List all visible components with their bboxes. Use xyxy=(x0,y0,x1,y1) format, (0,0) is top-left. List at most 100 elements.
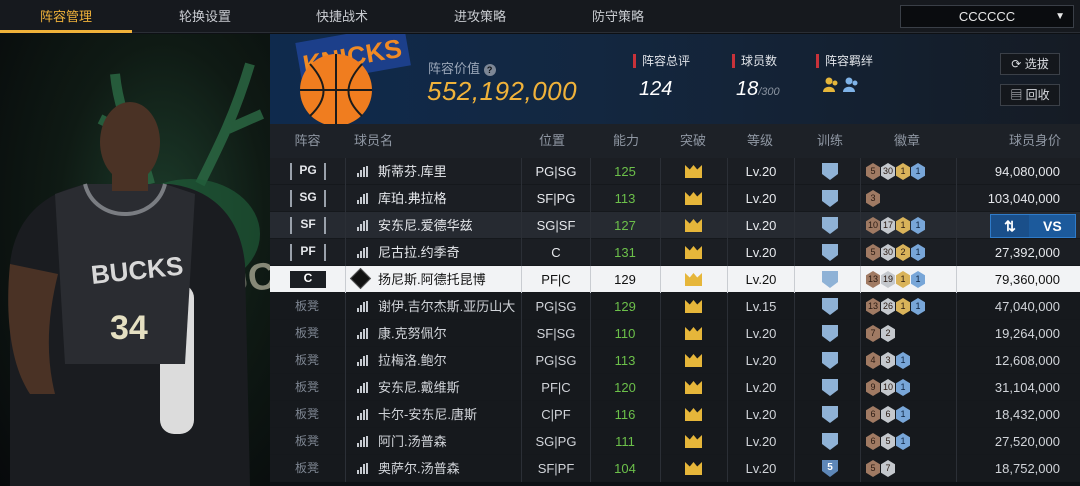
lineup-slot-tag[interactable]: PF xyxy=(290,244,326,261)
breakthrough-crown-icon[interactable] xyxy=(685,192,702,205)
training-shield-icon[interactable] xyxy=(822,406,838,423)
header-level[interactable]: 等级 xyxy=(740,124,780,158)
badge-list[interactable]: 13 19 1 1 xyxy=(866,271,926,288)
training-shield-icon[interactable] xyxy=(822,271,838,288)
breakthrough-crown-icon[interactable] xyxy=(685,408,702,421)
header-player-name[interactable]: 球员名 xyxy=(354,124,394,158)
badge-list[interactable]: 661 xyxy=(866,406,911,423)
training-shield-icon[interactable] xyxy=(822,433,838,450)
chemistry-icons[interactable] xyxy=(816,76,873,99)
player-name[interactable]: 安东尼.爱德华兹 xyxy=(378,212,473,239)
tab-offense-strategy[interactable]: 进攻策略 xyxy=(415,0,545,33)
breakthrough-crown-icon[interactable] xyxy=(685,273,702,286)
tab-defense-strategy[interactable]: 防守策略 xyxy=(553,0,683,33)
badge-list[interactable]: 431 xyxy=(866,352,911,369)
breakthrough-crown-icon[interactable] xyxy=(685,354,702,367)
badge-list[interactable]: 5 30 2 1 xyxy=(866,244,926,261)
player-name[interactable]: 拉梅洛.鲍尔 xyxy=(378,347,447,374)
training-shield-icon[interactable] xyxy=(822,163,838,180)
header-badges[interactable]: 徽章 xyxy=(887,124,927,158)
stats-bars-icon[interactable] xyxy=(357,220,368,231)
training-shield-icon[interactable]: 5 xyxy=(822,460,838,477)
player-value: 19,264,000 xyxy=(994,326,1060,341)
table-row[interactable]: 板凳 拉梅洛.鲍尔 PG|SG 113 Lv.20 4 3 1 12,608,000 xyxy=(270,347,1080,374)
table-row[interactable]: 板凳 安东尼.戴维斯 PF|C 120 Lv.20 9 10 1 31,104,000 xyxy=(270,374,1080,401)
swap-arrows-icon[interactable]: ⇅ xyxy=(991,215,1029,237)
table-row[interactable]: 板凳 卡尔-安东尼.唐斯 C|PF 116 Lv.20 6 6 1 18,432,000 xyxy=(270,401,1080,428)
training-shield-icon[interactable] xyxy=(822,352,838,369)
stats-bars-icon[interactable] xyxy=(357,328,368,339)
table-row[interactable]: 板凳 康.克努佩尔 SF|SG 110 Lv.20 7 2 19,264,000 xyxy=(270,320,1080,347)
select-button[interactable]: ⟳ 选拔 xyxy=(1000,53,1060,75)
badge-list[interactable]: 651 xyxy=(866,433,911,450)
training-shield-icon[interactable] xyxy=(822,217,838,234)
player-name[interactable]: 尼古拉.约季奇 xyxy=(378,239,460,266)
badge-list[interactable]: 72 xyxy=(866,325,896,342)
tab-quick-tactics[interactable]: 快捷战术 xyxy=(277,0,407,33)
lineup-slot-tag[interactable]: PG xyxy=(290,163,326,180)
breakthrough-crown-icon[interactable] xyxy=(685,300,702,313)
player-name[interactable]: 库珀.弗拉格 xyxy=(378,185,447,212)
player-name[interactable]: 斯蒂芬.库里 xyxy=(378,158,447,185)
training-shield-icon[interactable] xyxy=(822,244,838,261)
table-row[interactable]: PF 尼古拉.约季奇 C 131 Lv.20 5 30 2 1 27,392,000 xyxy=(270,239,1080,266)
help-icon[interactable]: ? xyxy=(483,64,496,76)
stats-bars-icon[interactable] xyxy=(357,166,368,177)
badge-list[interactable]: 5 30 1 1 xyxy=(866,163,926,180)
training-shield-icon[interactable] xyxy=(822,190,838,207)
lineup-slot-tag[interactable]: SF xyxy=(290,217,326,234)
badge-list[interactable]: 9 10 1 xyxy=(866,379,911,396)
stats-bars-icon[interactable] xyxy=(357,436,368,447)
breakthrough-crown-icon[interactable] xyxy=(685,462,702,475)
stats-bars-icon[interactable] xyxy=(357,355,368,366)
table-row[interactable]: SG 库珀.弗拉格 SF|PG 113 Lv.20 3 103,040,000 xyxy=(270,185,1080,212)
header-breakthrough[interactable]: 突破 xyxy=(673,124,713,158)
stats-bars-icon[interactable] xyxy=(357,301,368,312)
table-row[interactable]: 板凳 谢伊.吉尔杰斯.亚历山大 PG|SG 129 Lv.15 13 26 1 1 47,040,… xyxy=(270,293,1080,320)
team-select-dropdown[interactable]: CCCCCC ▼ xyxy=(900,5,1074,28)
player-name[interactable]: 卡尔-安东尼.唐斯 xyxy=(378,401,477,428)
table-row[interactable]: C 扬尼斯.阿德托昆博 PF|C 129 Lv.20 13 19 1 1 79,360,000 xyxy=(270,266,1080,293)
stats-bars-icon[interactable] xyxy=(357,247,368,258)
table-row[interactable]: 板凳 奥萨尔.汤普森 SF|PF 104 Lv.20 5 5 7 18,752,000 xyxy=(270,455,1080,482)
tab-lineup-management[interactable]: 阵容管理 xyxy=(0,0,132,33)
recycle-button[interactable]: ▤ 回收 xyxy=(1000,84,1060,106)
badge-list[interactable]: 3 xyxy=(866,190,881,207)
player-name[interactable]: 扬尼斯.阿德托昆博 xyxy=(378,266,486,293)
stats-bars-icon[interactable] xyxy=(357,193,368,204)
player-name[interactable]: 安东尼.戴维斯 xyxy=(378,374,460,401)
badge-list[interactable]: 13 26 1 1 xyxy=(866,298,926,315)
lineup-slot-tag[interactable]: C xyxy=(290,271,326,288)
tab-rotation-settings[interactable]: 轮换设置 xyxy=(140,0,270,33)
breakthrough-crown-icon[interactable] xyxy=(685,381,702,394)
stats-bars-icon[interactable] xyxy=(357,382,368,393)
badge-list[interactable]: 10 17 1 1 xyxy=(866,217,926,234)
breakthrough-crown-icon[interactable] xyxy=(685,246,702,259)
lineup-slot-tag[interactable]: SG xyxy=(290,190,326,207)
player-name[interactable]: 奥萨尔.汤普森 xyxy=(378,455,460,482)
stats-diamond-icon[interactable] xyxy=(349,267,372,290)
column-divider xyxy=(590,266,591,293)
header-ability[interactable]: 能力 xyxy=(606,124,646,158)
player-name[interactable]: 康.克努佩尔 xyxy=(378,320,447,347)
table-row[interactable]: PG 斯蒂芬.库里 PG|SG 125 Lv.20 5 30 1 1 94,080,000 xyxy=(270,158,1080,185)
header-position[interactable]: 位置 xyxy=(532,124,572,158)
stats-bars-icon[interactable] xyxy=(357,409,368,420)
breakthrough-crown-icon[interactable] xyxy=(685,165,702,178)
player-name[interactable]: 谢伊.吉尔杰斯.亚历山大 xyxy=(378,293,515,320)
table-row[interactable]: 板凳 阿门.汤普森 SG|PG 111 Lv.20 6 5 1 27,520,000 xyxy=(270,428,1080,455)
training-shield-icon[interactable] xyxy=(822,379,838,396)
training-shield-icon[interactable] xyxy=(822,298,838,315)
breakthrough-crown-icon[interactable] xyxy=(685,219,702,232)
player-name[interactable]: 阿门.汤普森 xyxy=(378,428,447,455)
stats-bars-icon[interactable] xyxy=(357,463,368,474)
header-lineup[interactable]: 阵容 xyxy=(270,124,345,158)
badge-list[interactable]: 57 xyxy=(866,460,896,477)
training-shield-icon[interactable] xyxy=(822,325,838,342)
compare-overlay[interactable]: ⇅ VS xyxy=(990,214,1076,238)
breakthrough-crown-icon[interactable] xyxy=(685,327,702,340)
table-row[interactable]: SF安东尼.爱德华兹SG|SF127Lv.201017110 xyxy=(270,212,1080,239)
breakthrough-crown-icon[interactable] xyxy=(685,435,702,448)
header-training[interactable]: 训练 xyxy=(810,124,850,158)
header-player-value[interactable]: 球员身价 xyxy=(1005,124,1065,158)
